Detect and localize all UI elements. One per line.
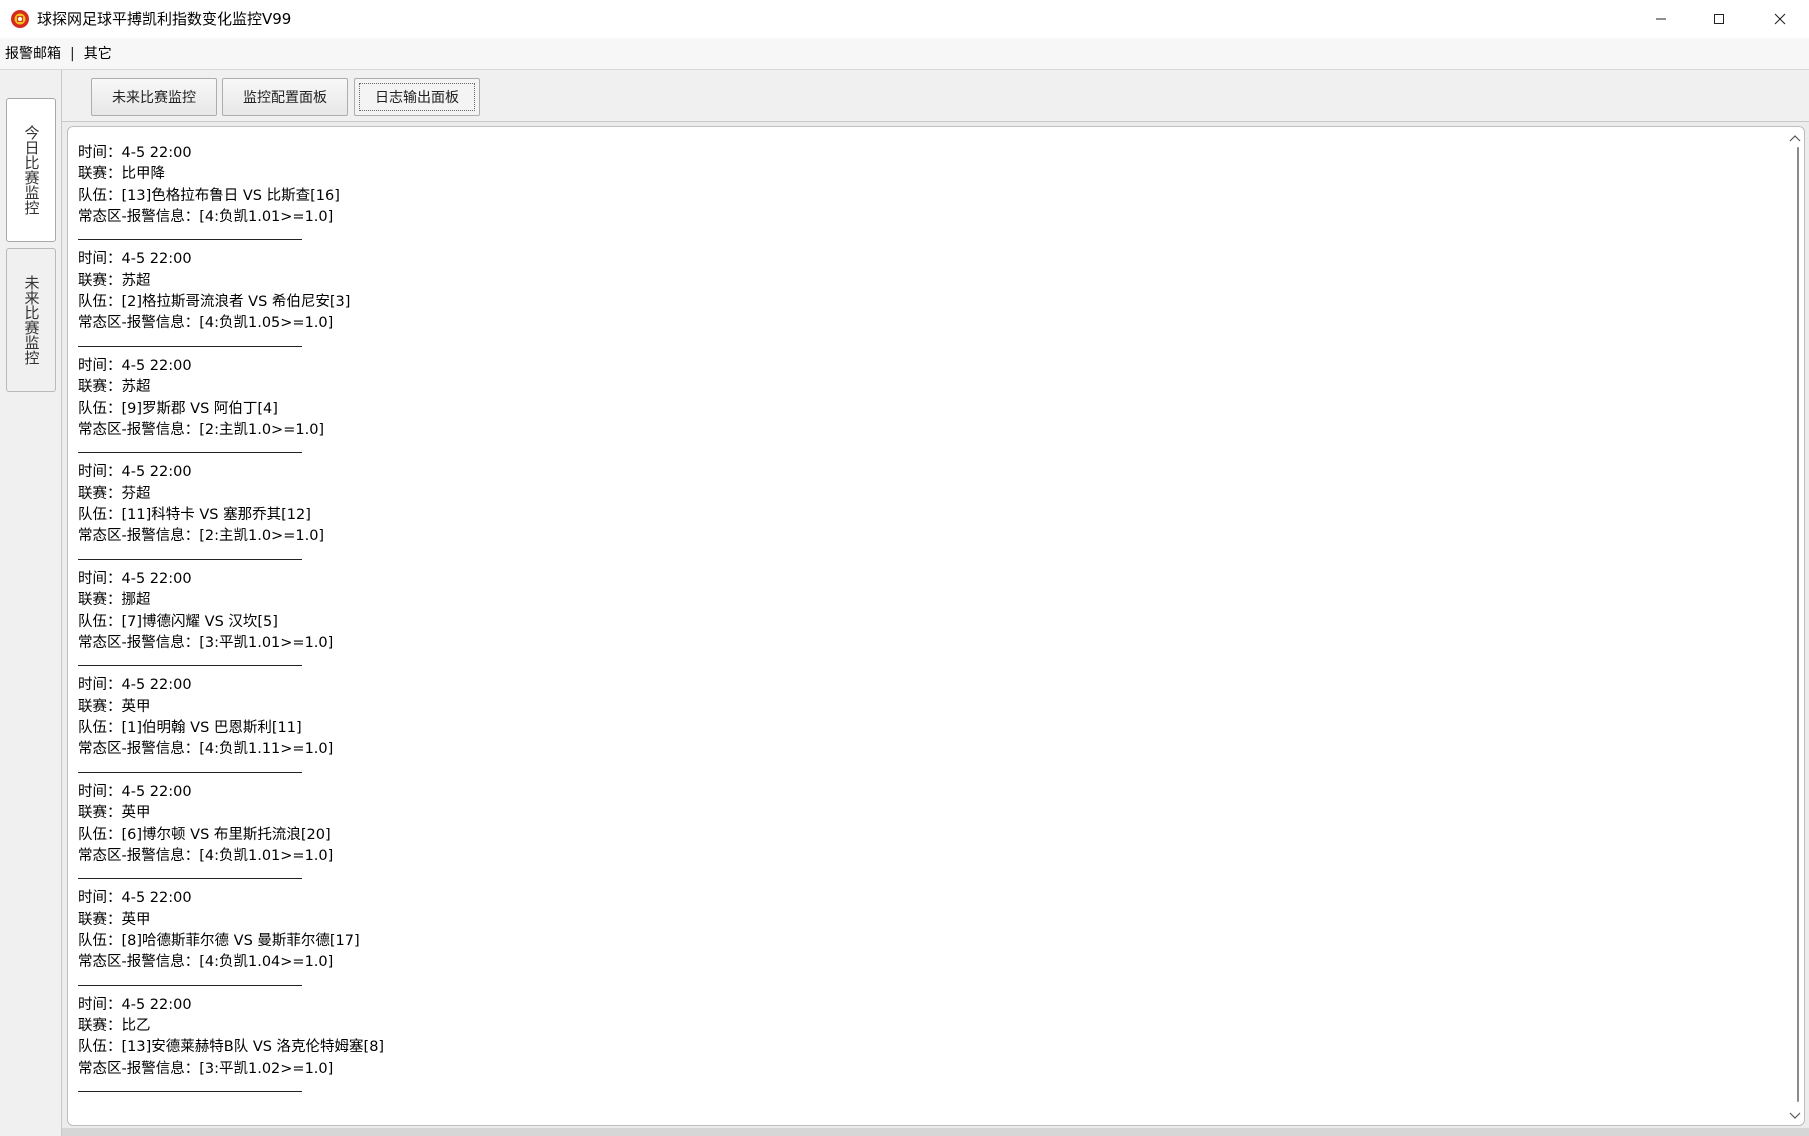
focus-rect bbox=[359, 83, 475, 111]
log-panel: 时间：4-5 22:00 联赛：比甲降队伍：[13]色格拉布鲁日 VS 比斯查[1… bbox=[62, 122, 1809, 1136]
log-entry: 时间：4-5 22:00 联赛：挪超队伍：[7]博德闪耀 VS 汉坎[5] 常态区-… bbox=[78, 569, 1758, 667]
title-bar[interactable]: 球探网足球平搏凯利指数变化监控V99 bbox=[0, 0, 1809, 38]
log-separator-line bbox=[78, 771, 302, 773]
tab-label: 监控配置面板 bbox=[243, 90, 327, 106]
log-separator-line bbox=[78, 665, 302, 667]
log-teams-line: 队伍：[2]格拉斯哥流浪者 VS 希伯尼安[3] bbox=[78, 294, 351, 311]
log-alert-line: 常态区-报警信息：[4:负凯1.05>=1.0] bbox=[78, 315, 334, 332]
log-alert-line: 常态区-报警信息：[4:负凯1.11>=1.0] bbox=[78, 741, 334, 758]
log-entry: 时间：4-5 22:00 联赛：苏超队伍：[9]罗斯郡 VS 阿伯丁[4] 常态区-… bbox=[78, 356, 1758, 454]
log-league-line: 联赛：比甲降 bbox=[78, 166, 165, 183]
log-time-line: 时间：4-5 22:00 bbox=[78, 996, 192, 1013]
top-tab-strip: 未来比赛监控 监控配置面板 日志输出面板 bbox=[62, 70, 1809, 122]
log-entry: 时间：4-5 22:00 联赛：英甲队伍：[1]伯明翰 VS 巴恩斯利[11] 常态… bbox=[78, 675, 1758, 773]
log-teams-line: 队伍：[13]安德莱赫特B队 VS 洛克伦特姆塞[8] bbox=[78, 1039, 385, 1056]
log-league-line: 联赛：芬超 bbox=[78, 485, 151, 502]
log-time-line: 时间：4-5 22:00 bbox=[78, 783, 192, 800]
log-teams-line: 队伍：[8]哈德斯菲尔德 VS 曼斯菲尔德[17] bbox=[78, 932, 360, 949]
log-separator-line bbox=[78, 1091, 302, 1093]
scroll-down-button[interactable] bbox=[1788, 1107, 1802, 1123]
bottom-edge bbox=[62, 1128, 1809, 1136]
log-separator-line bbox=[78, 345, 302, 347]
log-time-line: 时间：4-5 22:00 bbox=[78, 677, 192, 694]
log-alert-line: 常态区-报警信息：[3:平凯1.01>=1.0] bbox=[78, 634, 334, 651]
log-time-line: 时间：4-5 22:00 bbox=[78, 357, 192, 374]
log-separator-line bbox=[78, 452, 302, 454]
close-button[interactable] bbox=[1751, 0, 1809, 38]
log-alert-line: 常态区-报警信息：[2:主凯1.0>=1.0] bbox=[78, 528, 325, 545]
tab-log-output[interactable]: 日志输出面板 bbox=[354, 78, 480, 116]
log-entry: 时间：4-5 22:00 联赛：比甲降队伍：[13]色格拉布鲁日 VS 比斯查[1… bbox=[78, 143, 1758, 241]
menu-bar: 报警邮箱 | 其它 bbox=[0, 38, 1809, 70]
log-entry: 时间：4-5 22:00 联赛：苏超队伍：[2]格拉斯哥流浪者 VS 希伯尼安[3… bbox=[78, 249, 1758, 347]
log-teams-line: 队伍：[11]科特卡 VS 塞那乔其[12] bbox=[78, 507, 311, 524]
side-tab-future-monitor[interactable]: 未来比赛监控 bbox=[6, 248, 56, 392]
menu-alarm-mailbox[interactable]: 报警邮箱 bbox=[0, 38, 66, 70]
tab-future-monitor[interactable]: 未来比赛监控 bbox=[91, 78, 217, 116]
minimize-icon bbox=[1655, 10, 1667, 29]
log-league-line: 联赛：比乙 bbox=[78, 1018, 151, 1035]
log-league-line: 联赛：英甲 bbox=[78, 698, 151, 715]
maximize-button[interactable] bbox=[1690, 0, 1748, 38]
window-title: 球探网足球平搏凯利指数变化监控V99 bbox=[37, 10, 292, 28]
side-tab-strip: 今日比赛监控 未来比赛监控 bbox=[0, 70, 62, 1136]
tab-label: 未来比赛监控 bbox=[112, 90, 196, 106]
log-separator-line bbox=[78, 558, 302, 560]
log-alert-line: 常态区-报警信息：[4:负凯1.01>=1.0] bbox=[78, 208, 334, 225]
chevron-up-icon bbox=[1789, 128, 1801, 147]
log-alert-line: 常态区-报警信息：[2:主凯1.0>=1.0] bbox=[78, 421, 325, 438]
log-time-line: 时间：4-5 22:00 bbox=[78, 890, 192, 907]
maximize-icon bbox=[1713, 10, 1725, 29]
log-time-line: 时间：4-5 22:00 bbox=[78, 570, 192, 587]
log-output-textarea[interactable]: 时间：4-5 22:00 联赛：比甲降队伍：[13]色格拉布鲁日 VS 比斯查[1… bbox=[67, 126, 1805, 1126]
log-alert-line: 常态区-报警信息：[3:平凯1.02>=1.0] bbox=[78, 1060, 334, 1077]
log-separator-line bbox=[78, 984, 302, 986]
side-tab-today-monitor[interactable]: 今日比赛监控 bbox=[6, 98, 56, 242]
log-content: 时间：4-5 22:00 联赛：比甲降队伍：[13]色格拉布鲁日 VS 比斯查[1… bbox=[78, 143, 1758, 1101]
tab-monitor-config[interactable]: 监控配置面板 bbox=[222, 78, 348, 116]
menu-other[interactable]: 其它 bbox=[79, 38, 117, 70]
log-entry: 时间：4-5 22:00 联赛：英甲队伍：[6]博尔顿 VS 布里斯托流浪[20]… bbox=[78, 782, 1758, 880]
log-league-line: 联赛：挪超 bbox=[78, 592, 151, 609]
log-alert-line: 常态区-报警信息：[4:负凯1.04>=1.0] bbox=[78, 954, 334, 971]
menu-separator: | bbox=[70, 45, 75, 62]
side-tab-label: 今日比赛监控 bbox=[22, 125, 41, 215]
app-logo-icon bbox=[10, 9, 30, 29]
log-league-line: 联赛：苏超 bbox=[78, 272, 151, 289]
side-tab-label: 未来比赛监控 bbox=[22, 275, 41, 365]
minimize-button[interactable] bbox=[1632, 0, 1690, 38]
log-teams-line: 队伍：[1]伯明翰 VS 巴恩斯利[11] bbox=[78, 720, 302, 737]
log-time-line: 时间：4-5 22:00 bbox=[78, 145, 192, 161]
app-window: 球探网足球平搏凯利指数变化监控V99 报警邮箱 | 其它 今日比赛监控 未来比赛… bbox=[0, 0, 1809, 1136]
scroll-thumb[interactable] bbox=[1797, 147, 1799, 1102]
log-league-line: 联赛：英甲 bbox=[78, 805, 151, 822]
log-entry: 时间：4-5 22:00 联赛：英甲队伍：[8]哈德斯菲尔德 VS 曼斯菲尔德[1… bbox=[78, 888, 1758, 986]
log-teams-line: 队伍：[9]罗斯郡 VS 阿伯丁[4] bbox=[78, 400, 278, 417]
close-icon bbox=[1774, 10, 1786, 29]
log-alert-line: 常态区-报警信息：[4:负凯1.01>=1.0] bbox=[78, 847, 334, 864]
log-entry: 时间：4-5 22:00 联赛：芬超队伍：[11]科特卡 VS 塞那乔其[12] 常… bbox=[78, 462, 1758, 560]
log-time-line: 时间：4-5 22:00 bbox=[78, 464, 192, 481]
log-separator-line bbox=[78, 239, 302, 241]
log-league-line: 联赛：苏超 bbox=[78, 379, 151, 396]
log-teams-line: 队伍：[7]博德闪耀 VS 汉坎[5] bbox=[78, 613, 278, 630]
scroll-up-button[interactable] bbox=[1788, 129, 1802, 145]
log-teams-line: 队伍：[13]色格拉布鲁日 VS 比斯查[16] bbox=[78, 187, 340, 204]
log-time-line: 时间：4-5 22:00 bbox=[78, 251, 192, 268]
chevron-down-icon bbox=[1789, 1106, 1801, 1125]
log-league-line: 联赛：英甲 bbox=[78, 911, 151, 928]
log-separator-line bbox=[78, 878, 302, 880]
vertical-scrollbar[interactable] bbox=[1788, 127, 1802, 1125]
log-entry: 时间：4-5 22:00 联赛：比乙队伍：[13]安德莱赫特B队 VS 洛克伦特姆… bbox=[78, 995, 1758, 1093]
log-teams-line: 队伍：[6]博尔顿 VS 布里斯托流浪[20] bbox=[78, 826, 331, 843]
